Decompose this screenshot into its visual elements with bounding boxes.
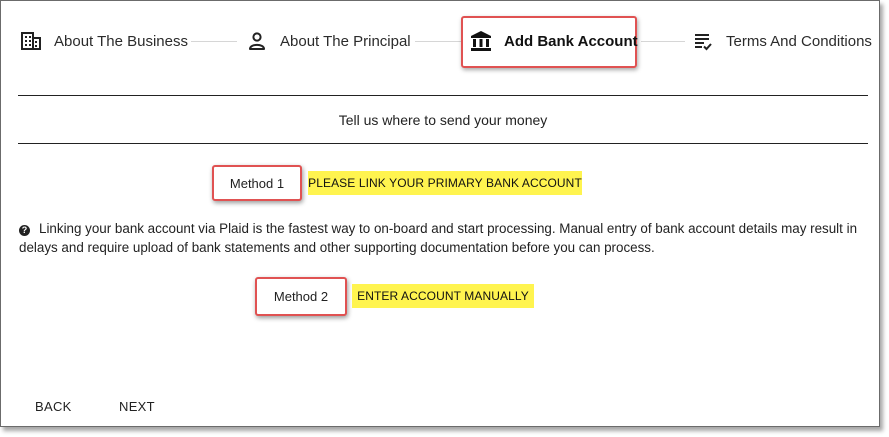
step-label: Terms And Conditions: [726, 32, 872, 50]
stepper: About The Business About The Principal A…: [1, 1, 881, 81]
back-button[interactable]: BACK: [35, 399, 72, 414]
step-terms-conditions[interactable]: Terms And Conditions: [692, 28, 872, 54]
question-circle-icon: ?: [19, 225, 30, 236]
method-1-label: Method 1: [212, 165, 302, 201]
page-subtitle: Tell us where to send your money: [338, 112, 548, 128]
dialog-frame: About The Business About The Principal A…: [0, 0, 880, 427]
divider: [18, 95, 868, 96]
step-add-bank-account[interactable]: Add Bank Account: [470, 28, 638, 54]
step-about-principal[interactable]: About The Principal: [246, 28, 411, 54]
step-connector: [641, 41, 685, 42]
next-button[interactable]: NEXT: [119, 399, 155, 414]
plaid-info-text: ? Linking your bank account via Plaid is …: [19, 219, 869, 257]
bank-icon: [470, 30, 492, 52]
step-connector: [415, 41, 461, 42]
person-icon: [246, 30, 268, 52]
building-icon: [20, 30, 42, 52]
step-connector: [191, 41, 237, 42]
step-label: About The Principal: [280, 32, 411, 50]
method-2-label: Method 2: [255, 277, 347, 316]
enter-account-manually-button[interactable]: ENTER ACCOUNT MANUALLY: [352, 284, 534, 308]
step-about-business[interactable]: About The Business: [20, 28, 188, 54]
checklist-icon: [692, 30, 714, 52]
step-label: Add Bank Account: [504, 32, 638, 50]
step-label: About The Business: [54, 32, 188, 50]
link-bank-account-button[interactable]: PLEASE LINK YOUR PRIMARY BANK ACCOUNT: [308, 171, 582, 195]
divider: [18, 143, 868, 144]
info-text: Linking your bank account via Plaid is t…: [19, 221, 858, 255]
